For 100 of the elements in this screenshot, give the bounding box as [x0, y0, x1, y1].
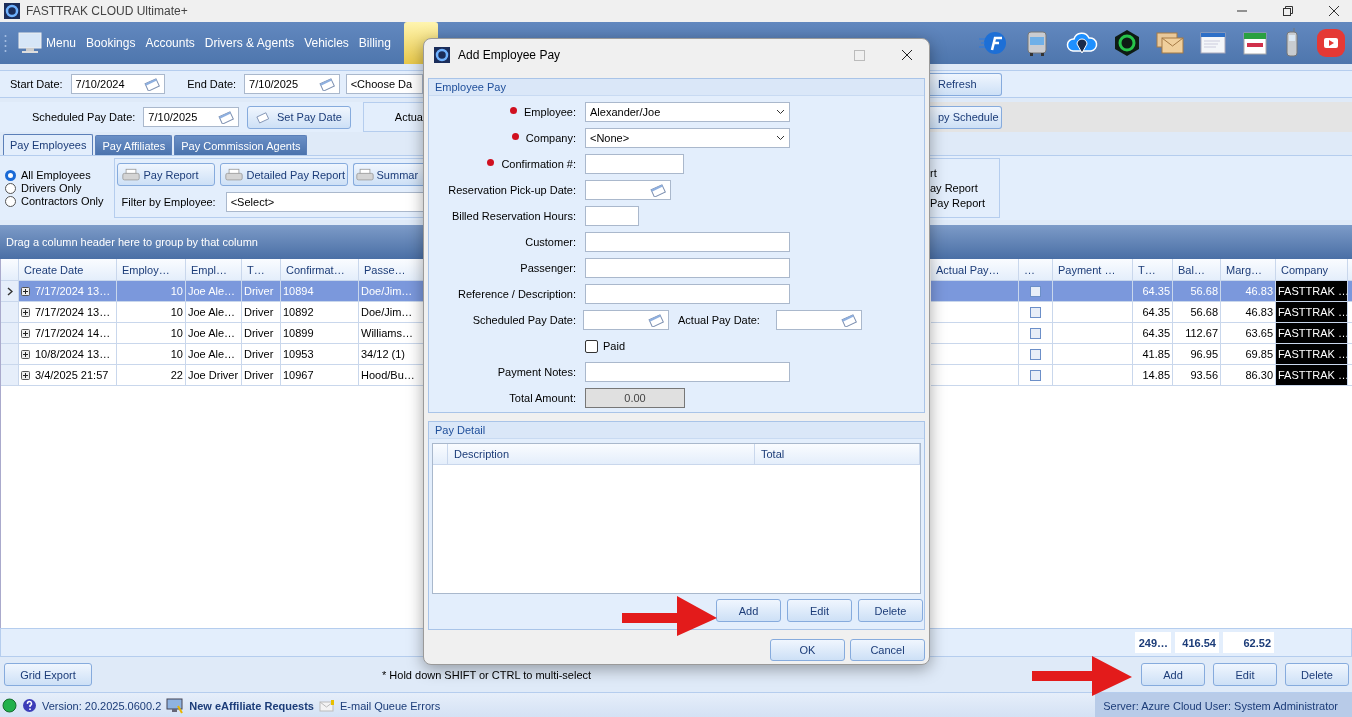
- pay-schedule-button[interactable]: py Schedule: [930, 105, 1002, 129]
- checkbox[interactable]: [1030, 348, 1041, 360]
- action-button[interactable]: Edit: [787, 599, 852, 622]
- dropdown-field[interactable]: <None>: [585, 128, 790, 148]
- date-field[interactable]: [583, 310, 669, 330]
- column-header[interactable]: Employ…: [117, 259, 186, 280]
- bus-icon[interactable]: [1024, 29, 1050, 57]
- close-icon[interactable]: [1328, 5, 1340, 17]
- action-button[interactable]: Edit: [1213, 663, 1277, 686]
- column-header[interactable]: T…: [1133, 259, 1173, 280]
- calendar-icon[interactable]: [144, 77, 161, 91]
- date-range-dropdown[interactable]: <Choose Da: [345, 74, 423, 94]
- menu-item[interactable]: Bookings: [81, 36, 141, 50]
- tab[interactable]: Pay Affiliates: [95, 135, 173, 155]
- play-icon[interactable]: [1316, 28, 1346, 58]
- column-header[interactable]: Bal…: [1173, 259, 1221, 280]
- column-header[interactable]: Create Date: [19, 259, 117, 280]
- set-pay-date-button[interactable]: Set Pay Date: [246, 105, 351, 129]
- checkbox[interactable]: [1030, 306, 1041, 318]
- help-icon[interactable]: [22, 698, 37, 713]
- checkbox[interactable]: [585, 339, 598, 353]
- monitor-icon[interactable]: [166, 697, 185, 714]
- tab[interactable]: Pay Commission Agents: [174, 135, 308, 155]
- expand-icon[interactable]: [21, 349, 30, 359]
- action-button[interactable]: Add: [716, 599, 781, 622]
- report-button[interactable]: Summar: [352, 163, 423, 186]
- column-header[interactable]: Actual Pay…: [931, 259, 1019, 280]
- dropdown-field[interactable]: Alexander/Joe: [585, 102, 790, 122]
- action-button[interactable]: Add: [1141, 663, 1205, 686]
- maximize-icon[interactable]: [1282, 5, 1294, 17]
- menu-item[interactable]: Drivers & Agents: [199, 36, 300, 50]
- menu-item[interactable]: Accounts: [140, 36, 200, 50]
- calendar-icon[interactable]: [217, 110, 234, 124]
- start-date-field[interactable]: 7/10/2024: [70, 74, 166, 94]
- table-row[interactable]: 64.35 56.68 46.83 FASTTRAK …: [931, 302, 1352, 323]
- report-button[interactable]: Pay Report: [116, 163, 215, 186]
- column-header[interactable]: Payment …: [1053, 259, 1133, 280]
- radio-button[interactable]: [5, 169, 16, 181]
- expand-icon[interactable]: [21, 307, 30, 317]
- input-field[interactable]: [585, 154, 684, 174]
- column-header[interactable]: …: [1019, 259, 1053, 280]
- calendar-icon[interactable]: [841, 313, 857, 327]
- table-row[interactable]: 3/4/2025 21:57 22 Joe Driver Driver 10967 Hood/Bu…: [1, 365, 424, 386]
- report-option[interactable]: Pay Report: [930, 196, 999, 211]
- column-header[interactable]: Confirmat…: [281, 259, 359, 280]
- calendar-icon[interactable]: [648, 313, 664, 327]
- scheduled-pay-date-field[interactable]: 7/10/2025: [143, 107, 239, 127]
- row-header[interactable]: [1, 281, 19, 301]
- report-option[interactable]: ay Report: [930, 181, 999, 196]
- table-row[interactable]: 41.85 96.95 69.85 FASTTRAK …: [931, 344, 1352, 365]
- report-button[interactable]: Detailed Pay Report: [219, 163, 348, 186]
- radio-button[interactable]: [5, 195, 16, 207]
- phone-icon[interactable]: [1284, 28, 1300, 58]
- eaffiliate-requests-link[interactable]: New eAffiliate Requests: [189, 699, 314, 712]
- report-option[interactable]: rt: [930, 166, 999, 181]
- column-header[interactable]: Empl…: [186, 259, 242, 280]
- date-field[interactable]: [585, 180, 671, 200]
- menu-item[interactable]: Billing: [353, 36, 396, 50]
- input-field[interactable]: [585, 284, 790, 304]
- checkbox[interactable]: [1030, 285, 1041, 297]
- hexagon-icon[interactable]: [1114, 29, 1140, 57]
- dialog-button[interactable]: OK: [770, 639, 845, 661]
- expand-icon[interactable]: [21, 286, 30, 296]
- checkbox[interactable]: [1030, 369, 1041, 381]
- end-date-field[interactable]: 7/10/2025: [244, 74, 340, 94]
- action-button[interactable]: Delete: [1285, 663, 1349, 686]
- table-row[interactable]: 7/17/2024 13… 10 Joe Ale… Driver 10892 Doe/Jim…: [1, 302, 424, 323]
- window-icon[interactable]: [1200, 31, 1226, 55]
- table-row[interactable]: 64.35 56.68 46.83 FASTTRAK …: [931, 281, 1352, 302]
- table-row[interactable]: 64.35 112.67 63.65 FASTTRAK …: [931, 323, 1352, 344]
- dialog-button[interactable]: Cancel: [850, 639, 925, 661]
- tab[interactable]: Pay Employees: [3, 134, 94, 155]
- expand-icon[interactable]: [21, 370, 30, 380]
- table-row[interactable]: 10/8/2024 13… 10 Joe Ale… Driver 10953 34/12 (1): [1, 344, 424, 365]
- swoosh-icon[interactable]: [978, 29, 1008, 57]
- column-header[interactable]: Total: [755, 444, 920, 464]
- column-header[interactable]: T…: [242, 259, 281, 280]
- table-row[interactable]: 14.85 93.56 86.30 FASTTRAK …: [931, 365, 1352, 386]
- input-field[interactable]: [585, 232, 790, 252]
- input-field[interactable]: [585, 258, 790, 278]
- menu-item[interactable]: Menu: [13, 32, 82, 54]
- input-field[interactable]: [585, 362, 790, 382]
- column-header[interactable]: Marg…: [1221, 259, 1276, 280]
- employee-filter-dropdown[interactable]: <Select>: [225, 192, 423, 212]
- expand-icon[interactable]: [21, 328, 30, 338]
- calendar-icon[interactable]: [318, 77, 335, 91]
- radio-button[interactable]: [5, 182, 16, 194]
- grid-export-button[interactable]: Grid Export: [4, 663, 92, 686]
- action-button[interactable]: Delete: [858, 599, 923, 622]
- date-field[interactable]: [776, 310, 862, 330]
- column-header[interactable]: Company: [1276, 259, 1348, 280]
- calendar-icon[interactable]: [1242, 30, 1268, 56]
- checkbox[interactable]: [1030, 327, 1041, 339]
- input-field[interactable]: [585, 206, 639, 226]
- refresh-button[interactable]: Refresh: [930, 72, 1002, 96]
- close-icon[interactable]: [901, 49, 913, 61]
- calendar-icon[interactable]: [650, 183, 666, 197]
- table-row[interactable]: 7/17/2024 14… 10 Joe Ale… Driver 10899 Williams…: [1, 323, 424, 344]
- column-header[interactable]: Description: [448, 444, 755, 464]
- email-queue-errors-link[interactable]: E-mail Queue Errors: [339, 699, 441, 712]
